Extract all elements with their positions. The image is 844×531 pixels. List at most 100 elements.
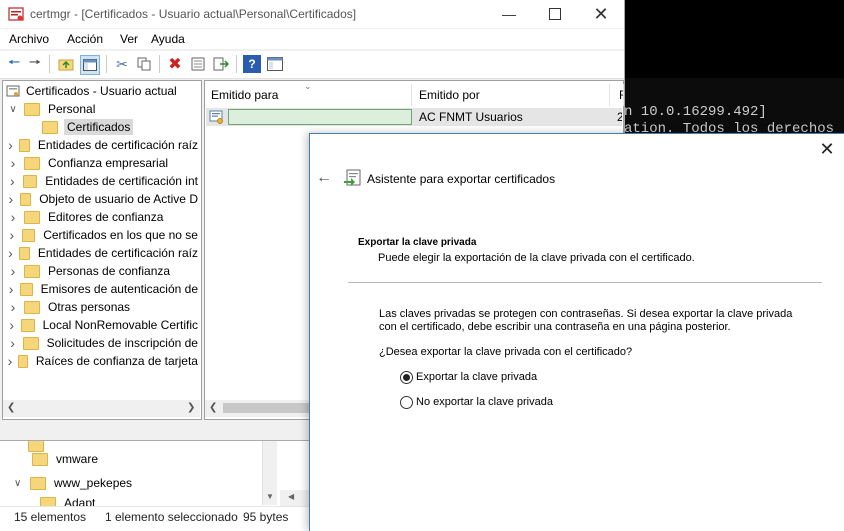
menu-ver[interactable]: Ver	[120, 32, 138, 46]
delete-icon[interactable]: ✖	[166, 55, 184, 73]
status-size: 95 bytes	[243, 510, 289, 524]
tree-item-label: Certificados	[64, 119, 134, 135]
copy-icon[interactable]	[135, 55, 153, 73]
tree-item[interactable]: › Entidades de certificación raíz	[6, 244, 198, 262]
folder-icon	[17, 354, 28, 368]
tree-root[interactable]: Certificados - Usuario actual	[6, 82, 177, 100]
chevron-right-icon[interactable]: ›	[6, 245, 15, 261]
tree-root-label: Certificados - Usuario actual	[26, 84, 177, 98]
tree-item[interactable]: › Certificados en los que no se	[6, 226, 198, 244]
scroll-thumb[interactable]	[223, 403, 313, 413]
menu-archivo[interactable]: Archivo	[9, 32, 49, 46]
toolbar-separator	[236, 55, 237, 73]
tree-item[interactable]: › Confianza empresarial	[6, 154, 198, 172]
radio-label[interactable]: No exportar la clave privada	[416, 396, 553, 408]
folder-icon	[24, 102, 40, 116]
maximize-button[interactable]	[532, 0, 578, 28]
menu-accion[interactable]: Acción	[67, 32, 103, 46]
maximize-icon	[549, 8, 561, 20]
scroll-right-icon[interactable]: ❯	[187, 402, 195, 413]
tree-item-label: Certificados en los que no se	[43, 228, 198, 242]
chevron-right-icon[interactable]: ›	[6, 317, 17, 333]
help-icon[interactable]: ?	[243, 55, 261, 73]
tree-item[interactable]: › Entidades de certificación raíz	[6, 136, 198, 154]
export-list-icon[interactable]	[212, 55, 230, 73]
chevron-right-icon[interactable]: ›	[6, 335, 19, 351]
chevron-right-icon[interactable]: ›	[6, 191, 16, 207]
chevron-right-icon[interactable]: ›	[6, 263, 20, 279]
body-text-line: con el certificado, debe escribir una co…	[379, 321, 731, 333]
expiry-cell: 2	[617, 110, 622, 124]
scroll-left-icon[interactable]: ❮	[209, 402, 217, 413]
chevron-right-icon[interactable]: ›	[6, 227, 18, 243]
toolbar-separator	[159, 55, 160, 73]
chevron-right-icon[interactable]: ›	[6, 209, 20, 225]
tree-item[interactable]: › Editores de confianza	[6, 208, 198, 226]
minimize-button[interactable]: —	[486, 0, 532, 28]
chevron-down-icon[interactable]: ∨	[14, 478, 30, 489]
radio-no-exportar[interactable]	[400, 396, 413, 409]
tree-item[interactable]: › Objeto de usuario de Active D	[6, 190, 198, 208]
chevron-right-icon[interactable]: ›	[6, 299, 20, 315]
scroll-down-icon[interactable]: ▼	[266, 492, 274, 501]
forward-arrow-icon[interactable]: 🠖	[26, 54, 44, 73]
radio-exportar[interactable]	[400, 371, 413, 384]
wizard-back-button[interactable]: ←	[314, 168, 334, 188]
cut-icon[interactable]: ✂	[113, 55, 131, 73]
column-header-label: Emitido para	[211, 88, 279, 102]
issued-by-cell: AC FNMT Usuarios	[419, 110, 523, 124]
explorer-folder-item[interactable]: ∨ www_pekepes	[14, 472, 276, 494]
chevron-right-icon[interactable]: ›	[6, 173, 19, 189]
tree-item[interactable]: › Emisores de autenticación de	[6, 280, 198, 298]
wizard-close-button[interactable]: ✕	[812, 138, 842, 160]
tree-item-label: Entidades de certificación raíz	[37, 138, 198, 152]
column-header-emitido-por[interactable]: Emitido por	[412, 84, 610, 106]
tree-item-label: Personas de confianza	[48, 264, 171, 278]
tree-item[interactable]: › Entidades de certificación int	[6, 172, 198, 190]
folder-icon	[42, 120, 58, 134]
tree-item[interactable]: › Raíces de confianza de tarjeta	[6, 352, 198, 370]
chevron-right-icon[interactable]: ›	[6, 353, 14, 369]
section-title: Exportar la clave privada	[358, 237, 477, 248]
explorer-folder-item[interactable]: vmware	[32, 448, 294, 470]
explorer-scrollbar[interactable]: ▼	[262, 440, 277, 505]
certificate-app-icon	[8, 7, 24, 21]
properties-icon[interactable]	[189, 55, 207, 73]
console-titlebar	[624, 0, 844, 78]
tree-item-label: Entidades de certificación raíz	[37, 246, 198, 260]
tree-item[interactable]: › Solicitudes de inscripción de	[6, 334, 198, 352]
scroll-left-icon[interactable]: ◀	[288, 492, 294, 501]
toolbar-separator	[106, 55, 107, 73]
show-hide-tree-icon[interactable]	[80, 55, 100, 75]
tree-item[interactable]: › Otras personas	[6, 298, 198, 316]
console-icon[interactable]	[266, 55, 284, 73]
divider	[348, 282, 822, 283]
folder-label: www_pekepes	[54, 476, 133, 490]
chevron-right-icon[interactable]: ›	[6, 281, 16, 297]
radio-label[interactable]: Exportar la clave privada	[416, 371, 537, 383]
tree-item[interactable]: › Personas de confianza	[6, 262, 198, 280]
folder-icon	[24, 156, 40, 170]
close-button[interactable]: ✕	[578, 0, 624, 28]
certificate-icon	[209, 110, 223, 124]
menu-ayuda[interactable]: Ayuda	[151, 32, 185, 46]
scroll-left-icon[interactable]: ❮	[7, 402, 15, 413]
tree-item-label: Emisores de autenticación de	[40, 282, 198, 296]
column-header-fecha[interactable]: F	[612, 84, 624, 106]
column-header-emitido-para[interactable]: Emitido para ⌄	[204, 81, 412, 106]
redacted-issued-to	[228, 109, 412, 125]
chevron-right-icon[interactable]: ›	[6, 155, 20, 171]
tree-item[interactable]: › Local NonRemovable Certific	[6, 316, 198, 334]
back-arrow-icon[interactable]: 🠔	[5, 54, 23, 73]
tree-hscrollbar[interactable]: ❮ ❯	[3, 400, 200, 417]
column-header-label: F	[619, 88, 623, 102]
explorer-hscrollbar[interactable]: ◀	[280, 490, 310, 506]
tree-item-certificados[interactable]: Certificados	[42, 118, 134, 136]
up-folder-icon[interactable]	[57, 55, 75, 73]
chevron-down-icon[interactable]: ∨	[6, 104, 20, 115]
tree-item-personal[interactable]: ∨ Personal	[6, 100, 95, 118]
chevron-right-icon[interactable]: ›	[6, 137, 15, 153]
folder-icon	[30, 476, 46, 490]
question-text: ¿Desea exportar la clave privada con el …	[379, 346, 633, 358]
certificate-store-icon	[6, 85, 20, 97]
